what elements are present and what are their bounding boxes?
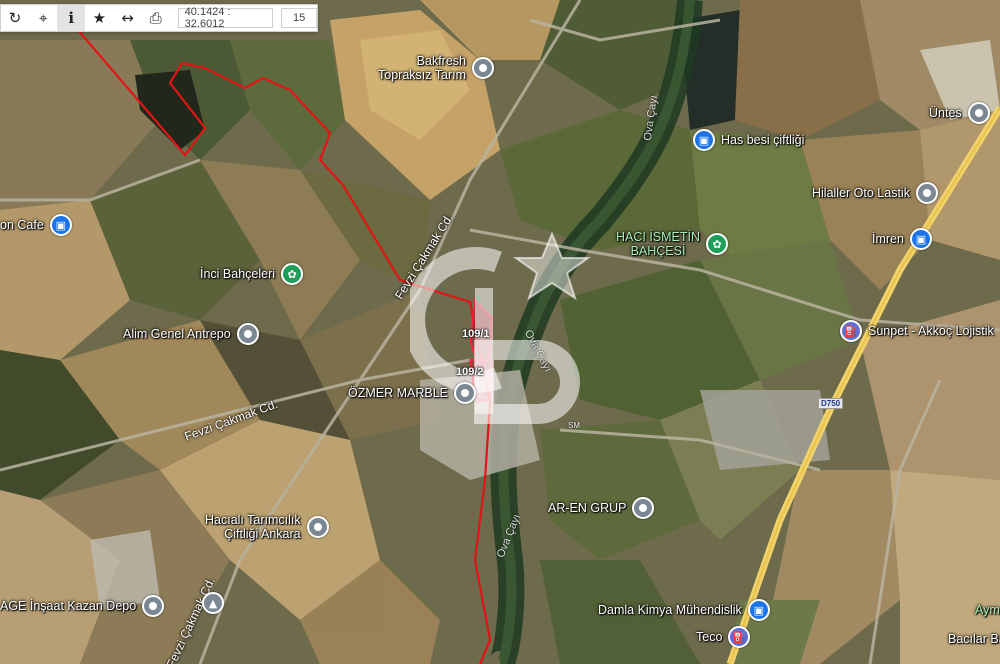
print-icon[interactable]: ⎙	[142, 5, 170, 31]
fuel-pump-icon[interactable]: ⛽	[728, 626, 751, 648]
poi-aym[interactable]: Aym	[975, 603, 1000, 617]
poi-ar-en-grup[interactable]: AR-EN GRUP	[548, 497, 655, 519]
location-pin-icon[interactable]	[236, 323, 259, 345]
flower-icon[interactable]: ✿	[281, 263, 304, 285]
info-icon[interactable]: i	[57, 5, 86, 31]
poi-has-besi[interactable]: ▣ Has besi çiftliği	[693, 129, 804, 151]
refresh-icon[interactable]: ↻	[1, 5, 29, 31]
location-pin-icon[interactable]	[967, 102, 990, 124]
parcel-label-109-2[interactable]: 109/2	[456, 366, 484, 378]
poi-label: Hacıalı Tarımcılık Çiftliği Ankara	[205, 513, 301, 541]
watermark-logo	[410, 231, 592, 424]
poi-sunpet[interactable]: ⛽ Sunpet - Akkoç Lojistik	[840, 320, 994, 342]
fuel-pump-icon[interactable]: ⛽	[840, 320, 862, 342]
parcel-label-109-1[interactable]: 109/1	[462, 328, 490, 340]
map-view[interactable]: ↻ ⌖ i ★ ↔ ⎙ 40.1424 : 32.6012 15 Fevzi Ç…	[0, 0, 1000, 664]
poi-label: HACI İSMETİN BAHÇESİ	[616, 230, 701, 258]
location-pin-icon[interactable]	[454, 382, 477, 404]
poi-age-insaat[interactable]: AGE İnşaat Kazan Depo	[0, 595, 165, 617]
map-toolbar: ↻ ⌖ i ★ ↔ ⎙ 40.1424 : 32.6012 15	[0, 4, 318, 32]
poi-on-cafe[interactable]: on Cafe ▣	[0, 214, 72, 236]
poi-untes[interactable]: Üntes	[929, 102, 990, 124]
highway-shield-d750: D750	[818, 398, 844, 409]
poi-label: Bakfresh Topraksız Tarım	[378, 54, 466, 82]
poi-alim-genel-antrepo[interactable]: Alim Genel Antrepo	[123, 323, 259, 345]
poi-hacali-tarimcilik[interactable]: Hacıalı Tarımcılık Çiftliği Ankara	[205, 513, 329, 541]
poi-inci-bahceleri[interactable]: İnci Bahçeleri ✿	[200, 263, 304, 285]
poi-unnamed[interactable]: ▲	[202, 592, 224, 614]
monument-icon[interactable]: ▲	[202, 592, 224, 614]
poi-haci-ismetin[interactable]: HACI İSMETİN BAHÇESİ ✿	[616, 230, 729, 258]
crosshair-icon[interactable]: ⌖	[29, 5, 57, 31]
poi-imren[interactable]: İmren ▣	[872, 228, 932, 250]
shopping-bag-icon[interactable]: ▣	[909, 228, 932, 250]
measure-icon[interactable]: ↔	[113, 5, 141, 31]
shopping-bag-icon[interactable]: ▣	[693, 129, 715, 151]
zoom-level-field[interactable]: 15	[281, 8, 318, 28]
location-pin-icon[interactable]	[915, 182, 938, 204]
poi-ozmer-marble[interactable]: ÖZMER MARBLE	[348, 382, 477, 404]
poi-damla-kimya[interactable]: Damla Kimya Mühendislik ▣	[598, 599, 770, 621]
location-pin-icon[interactable]	[306, 516, 329, 538]
shopping-bag-icon[interactable]: ▣	[49, 214, 72, 236]
poi-bakfresh[interactable]: Bakfresh Topraksız Tarım	[378, 54, 494, 82]
poi-bacilar[interactable]: Bacılar Ba	[948, 632, 1000, 646]
poi-hilaller[interactable]: Hilaller Oto Lastik	[812, 182, 938, 204]
location-pin-icon[interactable]	[142, 595, 165, 617]
coordinates-readout: 40.1424 : 32.6012	[177, 6, 274, 30]
poi-teco[interactable]: Teco ⛽	[696, 626, 751, 648]
shopping-bag-icon[interactable]: ▣	[747, 599, 770, 621]
flower-icon[interactable]: ✿	[706, 233, 729, 255]
location-pin-icon[interactable]	[632, 497, 655, 519]
star-icon[interactable]: ★	[85, 5, 113, 31]
location-pin-icon[interactable]	[472, 57, 494, 79]
road-label-sm: SM	[568, 421, 580, 430]
